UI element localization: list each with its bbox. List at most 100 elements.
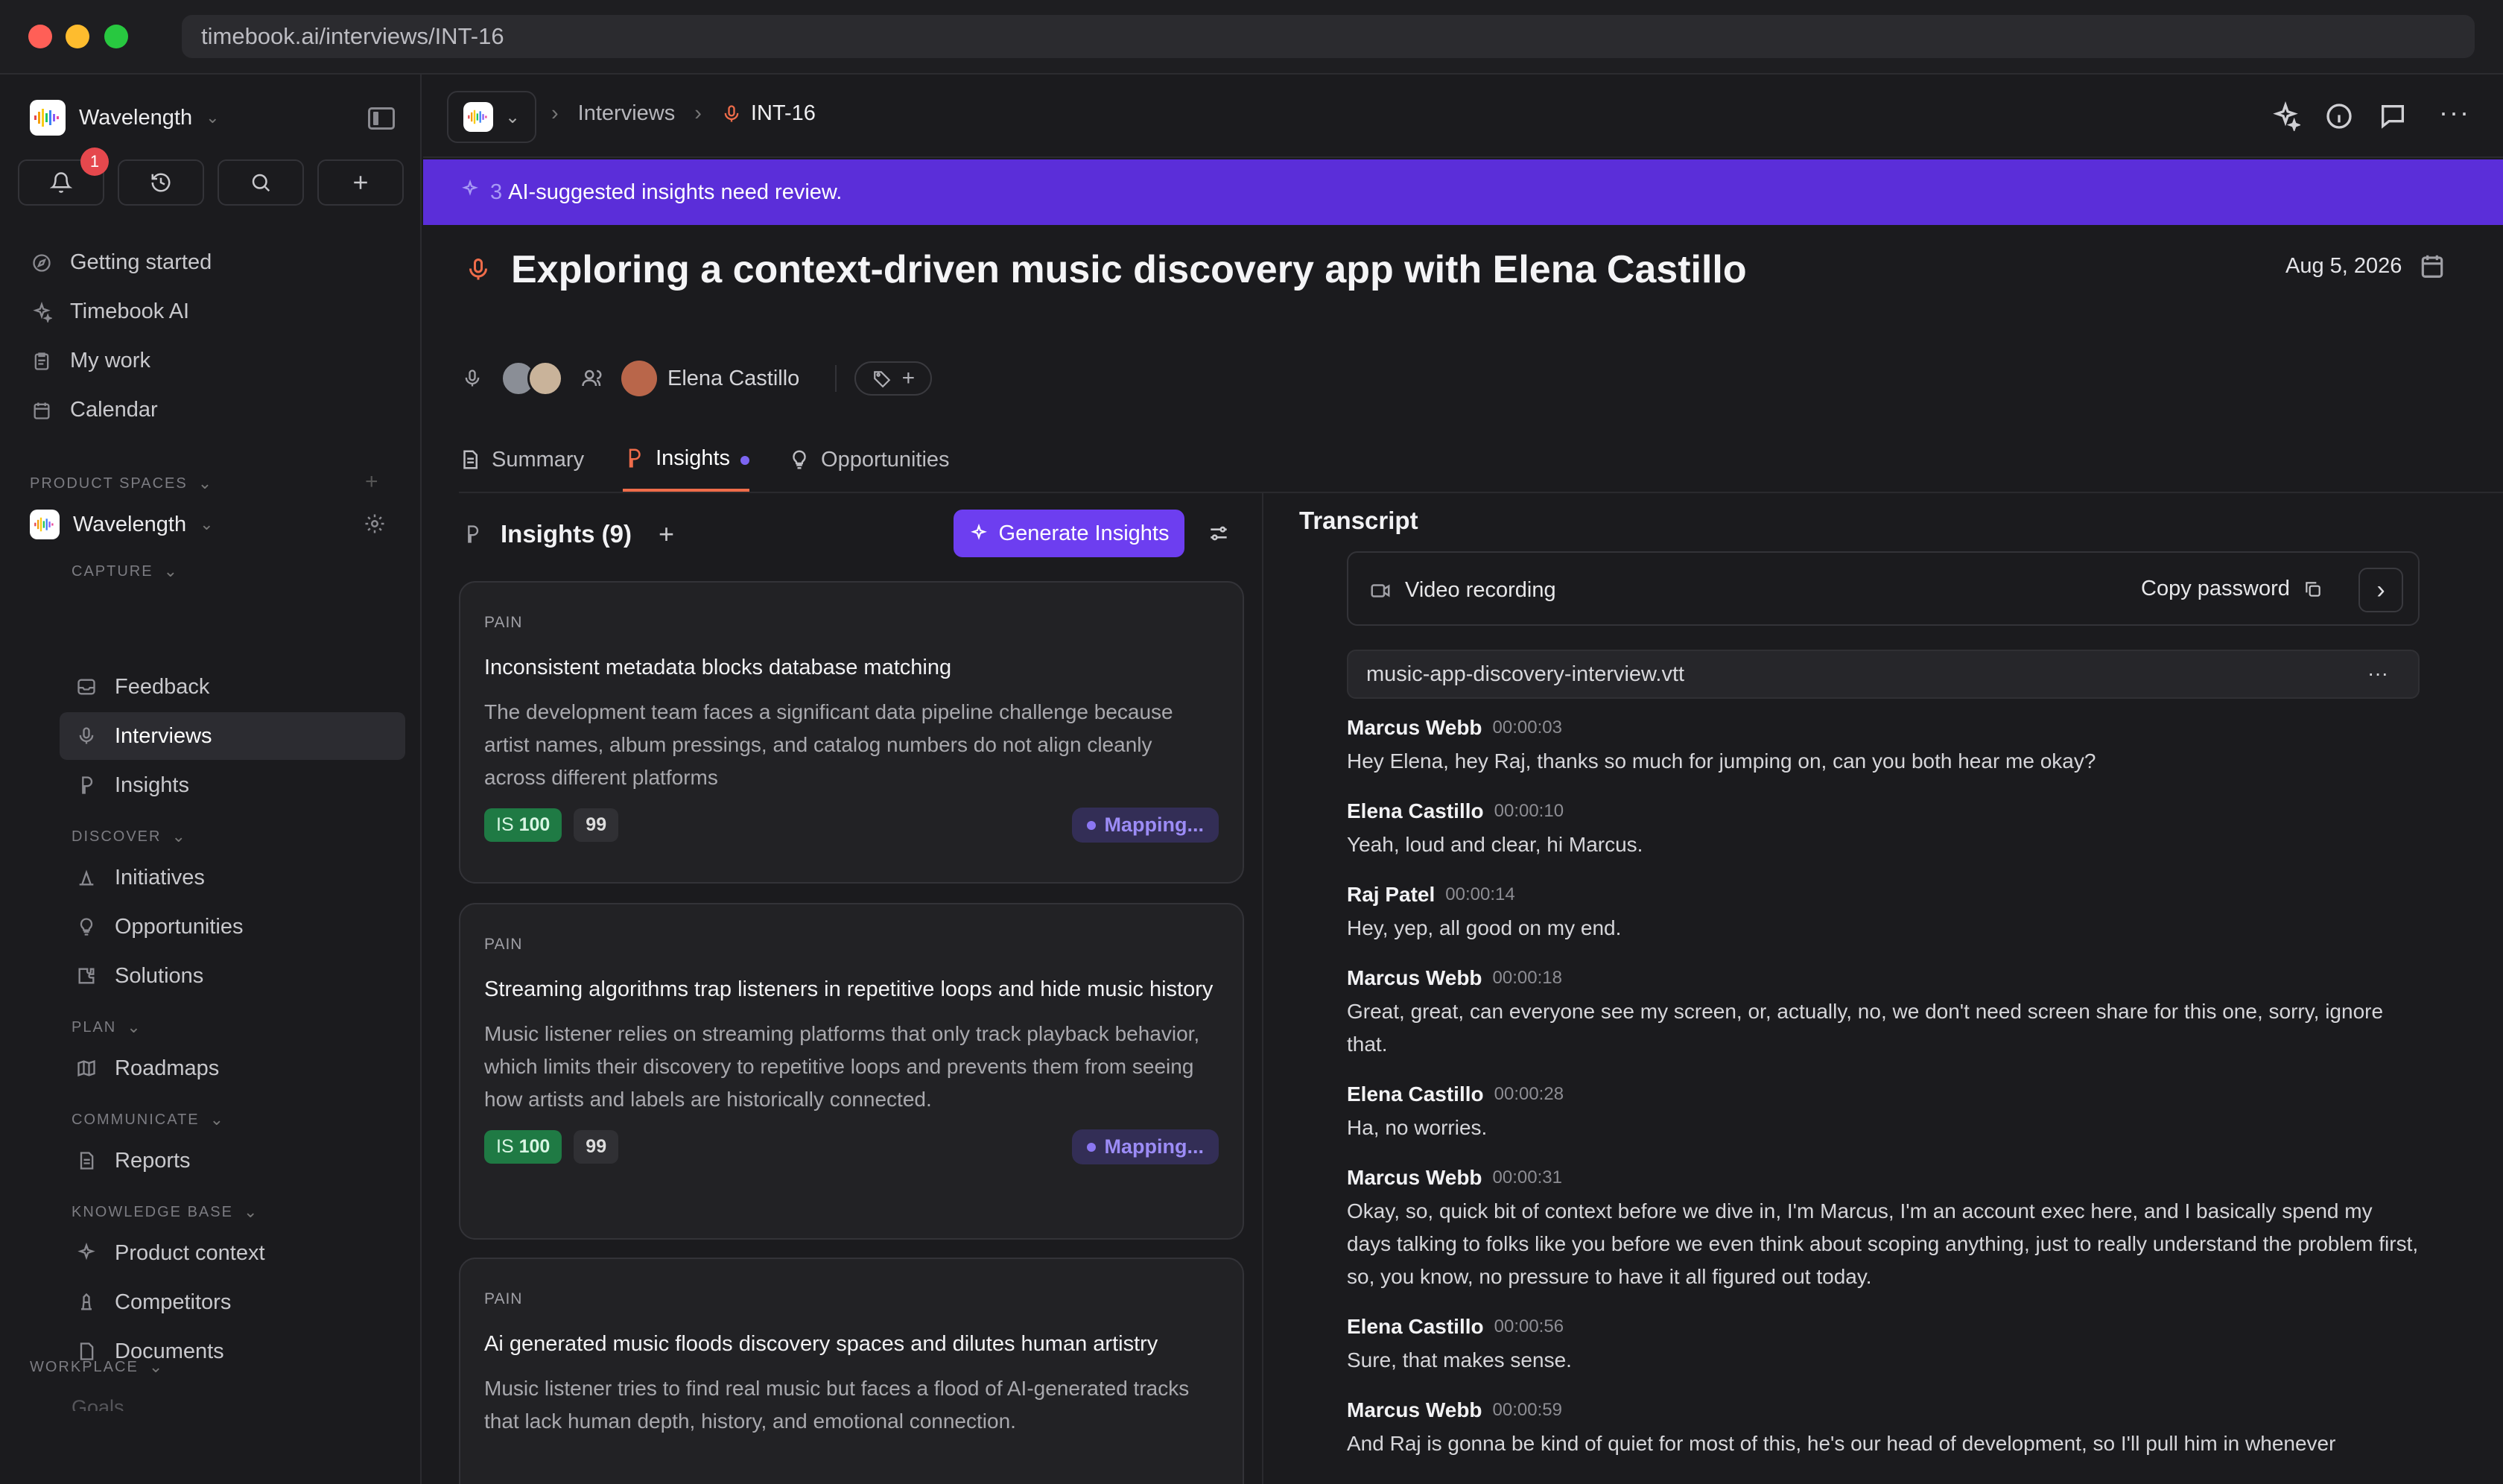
section-label: DISCOVER — [72, 828, 162, 845]
nav-competitors[interactable]: Competitors — [60, 1278, 405, 1326]
timestamp[interactable]: 00:00:28 — [1494, 1084, 1564, 1105]
nav-reports[interactable]: Reports — [60, 1137, 405, 1185]
timestamp[interactable]: 00:00:56 — [1494, 1316, 1564, 1337]
participant[interactable]: Elena Castillo — [621, 361, 799, 396]
tab-opportunities[interactable]: Opportunities — [788, 428, 950, 492]
nav-initiatives[interactable]: Initiatives — [60, 854, 405, 901]
timestamp[interactable]: 00:00:59 — [1493, 1400, 1562, 1421]
more-options-icon[interactable]: ··· — [2439, 97, 2470, 128]
chevron-down-icon: ⌄ — [171, 827, 187, 846]
mapping-status-badge[interactable]: Mapping... — [1071, 808, 1219, 843]
nav-label: Feedback — [115, 674, 210, 699]
timestamp[interactable]: 00:00:10 — [1494, 801, 1564, 822]
speaker-name: Elena Castillo — [1347, 1082, 1484, 1106]
timestamp[interactable]: 00:00:14 — [1445, 884, 1514, 905]
space-logo-icon — [30, 510, 60, 539]
ai-review-banner[interactable]: 3 AI-suggested insights need review. — [423, 159, 2503, 225]
nav-getting-started[interactable]: Getting started — [30, 250, 212, 275]
nav-my-work[interactable]: My work — [30, 349, 150, 373]
nav-interviews[interactable]: Interviews — [60, 712, 405, 760]
nav-calendar[interactable]: Calendar — [30, 398, 158, 422]
plus-icon: + — [901, 366, 916, 390]
chevron-right-icon: › — [694, 101, 702, 125]
comment-icon[interactable] — [2378, 101, 2408, 137]
history-button[interactable] — [118, 159, 204, 206]
microphone-icon — [74, 724, 98, 748]
quote-badge[interactable]: 99 — [574, 808, 619, 842]
tab-insights[interactable]: Insights — [623, 428, 750, 492]
timestamp[interactable]: 00:00:03 — [1493, 717, 1562, 738]
nav-label: Insights — [115, 773, 189, 797]
nav-feedback[interactable]: Feedback — [60, 663, 405, 711]
interview-date[interactable]: Aug 5, 2026 — [2285, 252, 2446, 280]
mapping-status-badge[interactable]: Mapping... — [1071, 1129, 1219, 1164]
transcript-text: Yeah, loud and clear, hi Marcus. — [1347, 833, 1643, 856]
section-label: CAPTURE — [72, 562, 153, 580]
add-tag-button[interactable]: + — [854, 361, 933, 396]
nav-insights[interactable]: Insights — [60, 761, 405, 809]
avatar — [621, 361, 657, 396]
initiatives-icon — [74, 866, 98, 890]
filter-icon[interactable] — [1207, 521, 1231, 551]
tabs-divider — [459, 492, 2503, 493]
sparkle-icon — [970, 524, 987, 540]
transcript-file-row[interactable]: music-app-discovery-interview.vtt ··· — [1347, 650, 2420, 699]
tab-summary[interactable]: Summary — [459, 428, 584, 492]
nav-solutions[interactable]: Solutions — [60, 952, 405, 1000]
window-close-button[interactable] — [28, 25, 52, 48]
more-options-icon[interactable]: ··· — [2367, 662, 2388, 685]
transcript-entry[interactable]: Marcus Webb 00:00:18 Great, great, can ev… — [1347, 961, 2420, 1077]
microphone-icon — [469, 259, 487, 280]
chevron-down-icon: ⌄ — [197, 474, 214, 492]
sidebar-toggle-icon[interactable] — [368, 107, 395, 130]
url-bar[interactable]: timebook.ai/interviews/INT-16 — [182, 15, 2475, 58]
timestamp[interactable]: 00:00:31 — [1493, 1167, 1562, 1188]
window-minimize-button[interactable] — [66, 25, 89, 48]
transcript-entry[interactable]: Marcus Webb 00:00:31 Okay, so, quick bit … — [1347, 1161, 2420, 1310]
score-prefix: IS — [496, 814, 514, 835]
insight-card[interactable]: PAIN Inconsistent metadata blocks databa… — [459, 581, 1244, 884]
document-icon — [463, 450, 478, 469]
create-button[interactable] — [317, 159, 404, 206]
breadcrumb-interviews[interactable]: Interviews — [578, 101, 676, 126]
workspace-name: Wavelength — [79, 105, 193, 130]
video-label: Video recording — [1405, 578, 1556, 602]
transcript-entry[interactable]: Marcus Webb 00:00:59 And Raj is gonna be … — [1347, 1393, 2420, 1484]
copy-password-button[interactable]: Copy password — [2141, 577, 2323, 601]
nav-roadmaps[interactable]: Roadmaps — [60, 1044, 405, 1092]
speaker-name: Marcus Webb — [1347, 1398, 1482, 1421]
add-space-button[interactable]: + — [365, 469, 378, 495]
nav-goals[interactable]: Goals — [72, 1396, 124, 1411]
space-switcher-button[interactable]: ⌄ — [447, 91, 536, 143]
generate-insights-button[interactable]: Generate Insights — [954, 510, 1184, 557]
workspace-switcher[interactable]: Wavelength ⌄ — [30, 100, 220, 136]
chevron-right-icon[interactable]: › — [2358, 568, 2403, 612]
interviewer-avatars[interactable] — [501, 361, 563, 396]
search-button[interactable] — [218, 159, 304, 206]
video-icon — [1371, 583, 1390, 597]
space-settings-icon[interactable] — [364, 513, 386, 541]
nav-label: Roadmaps — [115, 1056, 220, 1080]
transcript-entry[interactable]: Raj Patel 00:00:14 Hey, yep, all good on … — [1347, 878, 2420, 961]
video-recording-row[interactable]: Video recording Copy password › — [1347, 551, 2420, 626]
timestamp[interactable]: 00:00:18 — [1493, 968, 1562, 989]
space-wavelength[interactable]: Wavelength ⌄ — [30, 510, 214, 539]
microphone-icon — [724, 104, 739, 121]
transcript-entry[interactable]: Marcus Webb 00:00:03 Hey Elena, hey Raj, … — [1347, 711, 2420, 794]
nav-opportunities[interactable]: Opportunities — [60, 903, 405, 951]
quote-badge[interactable]: 99 — [574, 1130, 619, 1164]
section-communicate: COMMUNICATE ⌄ — [72, 1110, 225, 1129]
nav-timebook-ai[interactable]: Timebook AI — [30, 299, 189, 324]
ai-sparkle-icon[interactable] — [2271, 101, 2302, 137]
transcript-entry[interactable]: Elena Castillo 00:00:56 Sure, that makes … — [1347, 1310, 2420, 1393]
add-insight-button[interactable]: + — [659, 519, 674, 550]
window-maximize-button[interactable] — [104, 25, 128, 48]
interview-title[interactable]: Exploring a context-driven music discove… — [511, 247, 1747, 292]
panel-divider — [1262, 492, 1263, 1484]
nav-product-context[interactable]: Product context — [60, 1229, 405, 1277]
info-icon[interactable] — [2324, 101, 2354, 137]
transcript-entry[interactable]: Elena Castillo 00:00:28 Ha, no worries. — [1347, 1077, 2420, 1161]
insight-card[interactable]: PAIN Ai generated music floods discovery… — [459, 1258, 1244, 1484]
transcript-entry[interactable]: Elena Castillo 00:00:10 Yeah, loud and cl… — [1347, 794, 2420, 878]
insight-card[interactable]: PAIN Streaming algorithms trap listeners… — [459, 903, 1244, 1240]
